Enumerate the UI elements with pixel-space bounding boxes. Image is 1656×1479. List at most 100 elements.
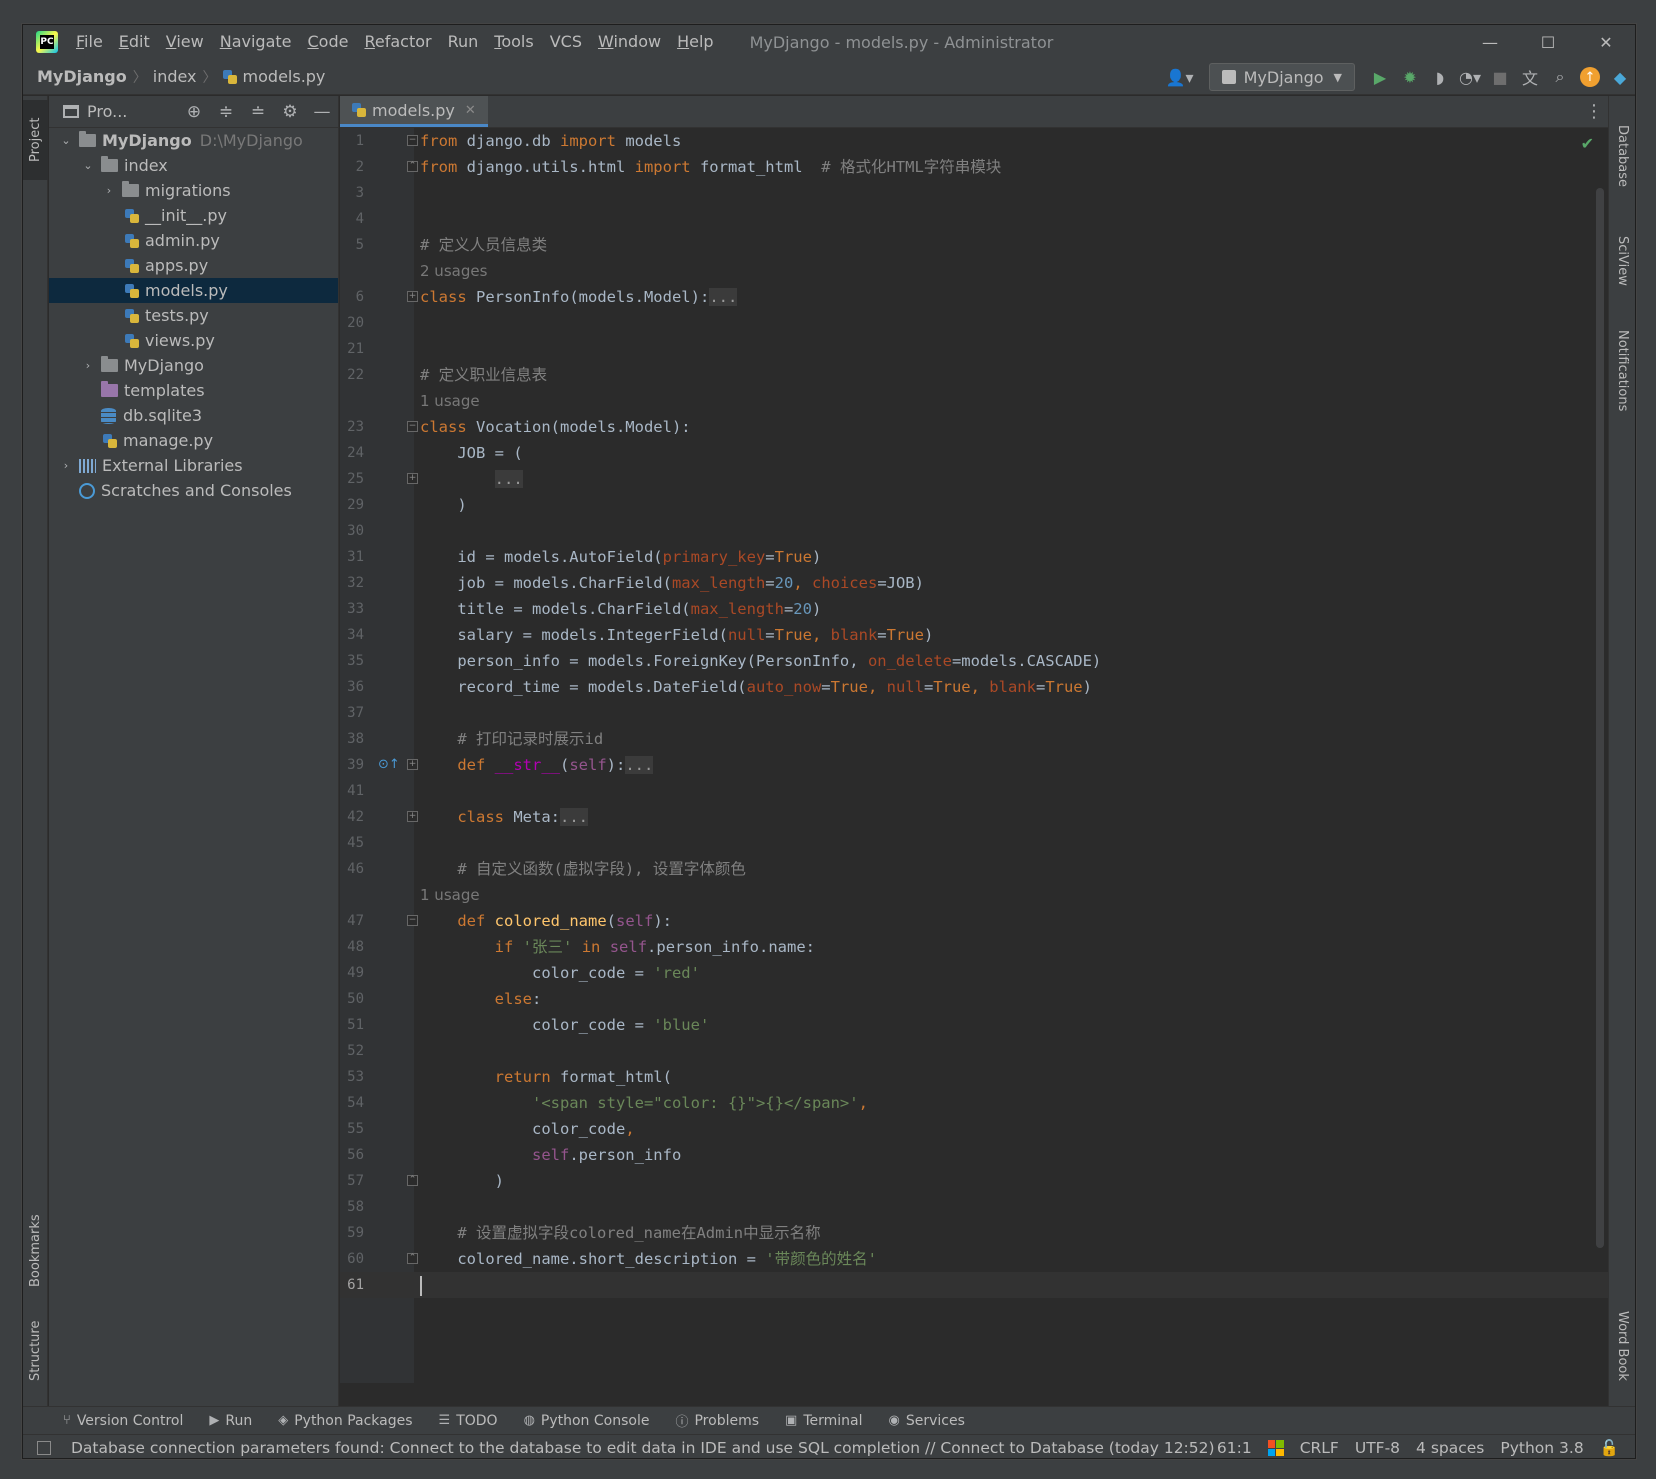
code-line[interactable]: 45	[340, 830, 1608, 856]
tree-item-mydjango-package[interactable]: › MyDjango	[49, 353, 338, 378]
menu-tools[interactable]: Tools	[486, 25, 541, 59]
tab-models-py[interactable]: models.py ✕	[340, 96, 488, 127]
breadcrumb-file[interactable]: models.py	[222, 67, 325, 86]
expand-fold-icon[interactable]: +	[407, 811, 418, 822]
tree-item-init-py[interactable]: __init__.py	[49, 203, 338, 228]
code-line[interactable]: 31 id = models.AutoField(primary_key=Tru…	[340, 544, 1608, 570]
code-line[interactable]: 39 def __str__(self):... + ⊙↑	[340, 752, 1608, 778]
code-line[interactable]: 33 title = models.CharField(max_length=2…	[340, 596, 1608, 622]
caret-position[interactable]: 61:1	[1217, 1439, 1252, 1457]
code-line[interactable]: 57 ) ⌃	[340, 1168, 1608, 1194]
locate-icon[interactable]: ⊕	[178, 96, 210, 128]
usages-hint[interactable]: 2 usages	[420, 258, 487, 284]
user-icon[interactable]: 👤▾	[1165, 62, 1195, 92]
expand-fold-icon[interactable]: +	[407, 291, 418, 302]
menu-navigate[interactable]: Navigate	[212, 25, 300, 59]
toggle-tool-windows-icon[interactable]	[37, 1441, 51, 1455]
menu-file[interactable]: File	[68, 25, 111, 59]
tool-tab-structure[interactable]: Structure	[23, 1311, 48, 1391]
maximize-button[interactable]: ☐	[1519, 25, 1577, 59]
menu-vcs[interactable]: VCS	[542, 25, 590, 59]
code-line[interactable]: 4	[340, 206, 1608, 232]
folded-code-placeholder[interactable]: ...	[625, 756, 654, 774]
tool-python-console[interactable]: ◍ Python Console	[524, 1413, 650, 1429]
update-icon[interactable]: ↑	[1575, 62, 1605, 92]
chevron-down-icon[interactable]: ⌄	[59, 134, 73, 147]
tool-tab-word-book[interactable]: Word Book	[1609, 1301, 1635, 1391]
menu-refactor[interactable]: Refactor	[356, 25, 439, 59]
code-line[interactable]: 58	[340, 1194, 1608, 1220]
code-line[interactable]: 37	[340, 700, 1608, 726]
tool-todo[interactable]: ☰ TODO	[439, 1413, 498, 1429]
code-line[interactable]: 5 # 定义人员信息类	[340, 232, 1608, 258]
search-icon[interactable]: ⌕	[1545, 62, 1575, 92]
code-line[interactable]: 54 '<span style="color: {}">{}</span>',	[340, 1090, 1608, 1116]
code-line[interactable]: 55 color_code,	[340, 1116, 1608, 1142]
code-line[interactable]: 50 else:	[340, 986, 1608, 1012]
code-line[interactable]: 56 self.person_info	[340, 1142, 1608, 1168]
project-panel-title[interactable]: Pro...	[63, 102, 127, 121]
tool-services[interactable]: ◉ Services	[888, 1413, 964, 1429]
collapse-fold-icon[interactable]: −	[407, 135, 418, 146]
tool-tab-project[interactable]: Project	[23, 100, 48, 180]
code-line[interactable]: 34 salary = models.IntegerField(null=Tru…	[340, 622, 1608, 648]
menu-code[interactable]: Code	[300, 25, 357, 59]
code-line[interactable]: 25 ... +	[340, 466, 1608, 492]
lock-icon[interactable]: 🔓	[1600, 1439, 1619, 1457]
code-line[interactable]: 32 job = models.CharField(max_length=20,…	[340, 570, 1608, 596]
menu-window[interactable]: Window	[590, 25, 669, 59]
code-line[interactable]: 30	[340, 518, 1608, 544]
chevron-down-icon[interactable]: ⌄	[81, 159, 95, 172]
usage-hint-row[interactable]: 1 usage	[340, 388, 1608, 414]
code-line[interactable]: 60 colored_name.short_description = '带颜色…	[340, 1246, 1608, 1272]
code-line[interactable]: 35 person_info = models.ForeignKey(Perso…	[340, 648, 1608, 674]
minimize-button[interactable]: —	[1461, 25, 1519, 59]
status-message[interactable]: Database connection parameters found: Co…	[71, 1439, 1215, 1457]
tree-item-mydjango-root[interactable]: ⌄ MyDjango D:\MyDjango	[49, 128, 338, 153]
chevron-right-icon[interactable]: ›	[102, 184, 116, 197]
code-line[interactable]: 51 color_code = 'blue'	[340, 1012, 1608, 1038]
code-line[interactable]: 1 from django.db import models −	[340, 128, 1608, 154]
expand-all-icon[interactable]: ≑	[210, 96, 242, 128]
run-icon[interactable]: ▶	[1365, 62, 1395, 92]
collapse-fold-icon[interactable]: −	[407, 915, 418, 926]
profile-icon[interactable]: ◔▾	[1455, 62, 1485, 92]
tree-item-templates[interactable]: templates	[49, 378, 338, 403]
tree-item-db-sqlite3[interactable]: db.sqlite3	[49, 403, 338, 428]
tool-tab-notifications[interactable]: Notifications	[1609, 311, 1635, 431]
expand-fold-icon[interactable]: +	[407, 473, 418, 484]
usage-hint-row[interactable]: 2 usages	[340, 258, 1608, 284]
plugin-icon[interactable]: ◆	[1605, 62, 1635, 92]
menu-edit[interactable]: Edit	[111, 25, 158, 59]
folded-code-placeholder[interactable]: ...	[560, 808, 588, 826]
tree-item-migrations[interactable]: › migrations	[49, 178, 338, 203]
usages-hint[interactable]: 1 usage	[420, 388, 480, 414]
tool-tab-database[interactable]: Database	[1609, 106, 1635, 206]
menu-run[interactable]: Run	[440, 25, 487, 59]
more-vertical-icon[interactable]: ⋮	[1580, 96, 1608, 127]
stop-icon[interactable]: ■	[1485, 62, 1515, 92]
tree-item-admin-py[interactable]: admin.py	[49, 228, 338, 253]
code-line[interactable]: 20	[340, 310, 1608, 336]
hide-icon[interactable]: —	[306, 96, 338, 128]
tree-item-manage-py[interactable]: manage.py	[49, 428, 338, 453]
code-line[interactable]: 24 JOB = (	[340, 440, 1608, 466]
folded-code-placeholder[interactable]: ...	[494, 470, 523, 488]
code-area[interactable]: ✔ 1 from django.db import models −2 from dj…	[340, 128, 1608, 1383]
code-line[interactable]: 22 # 定义职业信息表	[340, 362, 1608, 388]
gear-icon[interactable]: ⚙	[274, 96, 306, 128]
tree-item-index[interactable]: ⌄ index	[49, 153, 338, 178]
chevron-right-icon[interactable]: ›	[81, 359, 95, 372]
code-line[interactable]: 3	[340, 180, 1608, 206]
pycharm-logo-icon[interactable]: PC	[36, 31, 58, 53]
code-line[interactable]: 46 # 自定义函数(虚拟字段), 设置字体颜色	[340, 856, 1608, 882]
code-line[interactable]: 47 def colored_name(self): −	[340, 908, 1608, 934]
override-method-icon[interactable]: ⊙↑	[378, 757, 400, 772]
tree-item-scratches[interactable]: Scratches and Consoles	[49, 478, 338, 503]
line-separator[interactable]: CRLF	[1300, 1439, 1339, 1457]
code-line[interactable]: 48 if '张三' in self.person_info.name:	[340, 934, 1608, 960]
breadcrumb-folder[interactable]: index	[153, 67, 197, 86]
code-line[interactable]: 29 )	[340, 492, 1608, 518]
expand-fold-icon[interactable]: +	[407, 759, 418, 770]
translate-icon[interactable]: 文	[1515, 62, 1545, 92]
